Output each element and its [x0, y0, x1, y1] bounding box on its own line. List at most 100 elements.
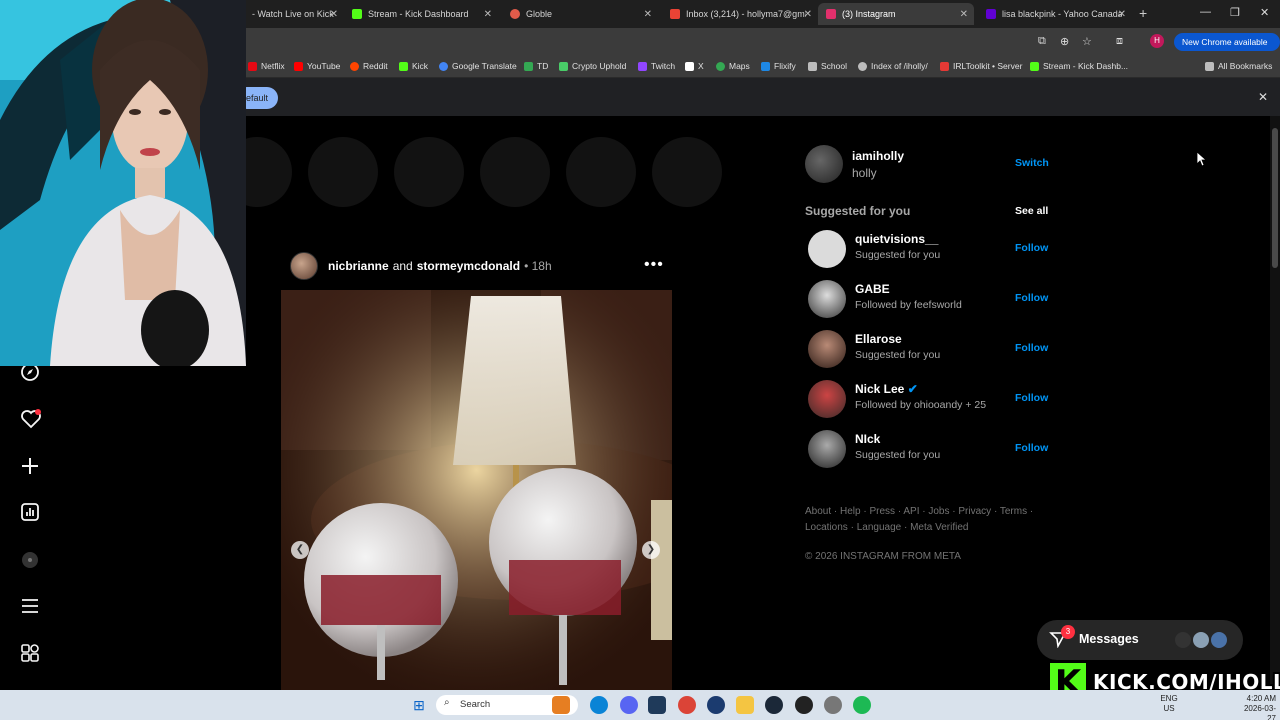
bookmark-youtube[interactable]: YouTube — [294, 61, 340, 71]
scrollbar-thumb[interactable] — [1272, 128, 1278, 268]
suggestion-avatar[interactable] — [808, 380, 846, 418]
profile-avatar-icon[interactable] — [20, 550, 40, 570]
edge-browser-icon[interactable] — [590, 696, 608, 714]
suggestion-avatar[interactable] — [808, 430, 846, 468]
bookmark-school[interactable]: School — [808, 61, 847, 71]
suggestion-username[interactable]: GABE — [855, 282, 890, 296]
new-tab-plus-icon[interactable]: + — [1139, 5, 1147, 21]
story-avatar[interactable] — [308, 137, 378, 207]
language-indicator[interactable]: ENG US — [1160, 694, 1178, 714]
bookmark-star-icon[interactable]: ☆ — [1082, 35, 1092, 48]
spotify-icon[interactable] — [853, 696, 871, 714]
suggestion-username[interactable]: NIck — [855, 432, 880, 446]
close-icon[interactable]: ✕ — [1118, 9, 1126, 20]
settings-gear-icon[interactable] — [824, 696, 842, 714]
follow-button[interactable]: Follow — [1015, 442, 1048, 454]
vpn-icon[interactable] — [707, 696, 725, 714]
tab-label: lisa blackpink - Yahoo Canada — [1002, 9, 1122, 19]
story-avatar[interactable] — [652, 137, 722, 207]
infobar-close-icon[interactable]: ✕ — [1258, 90, 1268, 104]
discord-icon[interactable] — [620, 696, 638, 714]
notifications-heart-icon[interactable] — [20, 409, 41, 429]
suggestion-avatar[interactable] — [808, 230, 846, 268]
also-from-meta-icon[interactable] — [20, 643, 40, 663]
bookmark-flixify[interactable]: Flixify — [761, 61, 796, 71]
messages-button[interactable]: 3 Messages — [1037, 620, 1243, 660]
tab-kick-dashboard[interactable]: Stream - Kick Dashboard ✕ — [344, 3, 498, 25]
current-username[interactable]: iamiholly — [852, 149, 904, 163]
profile-avatar[interactable]: H — [1150, 34, 1164, 48]
bookmark-maps[interactable]: Maps — [716, 61, 750, 71]
current-user-avatar[interactable] — [805, 145, 843, 183]
close-icon[interactable]: ✕ — [644, 9, 652, 20]
story-avatar[interactable] — [566, 137, 636, 207]
bookmark-label: School — [821, 61, 847, 71]
create-plus-icon[interactable] — [20, 456, 40, 476]
tab-yahoo[interactable]: lisa blackpink - Yahoo Canada ✕ — [978, 3, 1132, 25]
tab-instagram[interactable]: (3) Instagram ✕ — [818, 3, 974, 25]
suggestion-username[interactable]: Nick Lee ✔ — [855, 382, 918, 396]
carousel-next-button[interactable]: ❯ — [642, 541, 660, 559]
minimize-icon[interactable]: — — [1200, 6, 1211, 18]
post-author-1[interactable]: nicbrianne — [328, 259, 389, 273]
bookmark-kick[interactable]: Kick — [399, 61, 428, 71]
post-author-avatar[interactable] — [290, 252, 318, 280]
bookmark-td[interactable]: TD — [524, 61, 548, 71]
store-icon[interactable] — [648, 696, 666, 714]
bookmark-crypto-uphold[interactable]: Crypto Uphold — [559, 61, 626, 71]
bookmark-x[interactable]: X — [685, 61, 704, 71]
tab-kick-live[interactable]: - Watch Live on Kick ✕ — [244, 3, 344, 25]
obs-icon[interactable] — [795, 696, 813, 714]
bookmark-netflix[interactable]: Netflix — [248, 61, 285, 71]
suggestion-avatar[interactable] — [808, 280, 846, 318]
story-avatar[interactable] — [394, 137, 464, 207]
see-all-button[interactable]: See all — [1015, 205, 1048, 217]
suggestion-username[interactable]: Ellarose — [855, 332, 902, 346]
bookmark-index[interactable]: Index of /iholly/ — [858, 61, 928, 71]
bookmark-irltoolkit[interactable]: IRLToolkit • Server — [940, 61, 1022, 71]
follow-button[interactable]: Follow — [1015, 242, 1048, 254]
window-close-icon[interactable]: ✕ — [1260, 6, 1269, 19]
bookmark-kick-dashboard[interactable]: Stream - Kick Dashb... — [1030, 61, 1128, 71]
windows-start-icon[interactable]: ⊞ — [410, 696, 428, 714]
follow-button[interactable]: Follow — [1015, 292, 1048, 304]
steam-icon[interactable] — [765, 696, 783, 714]
mouse-cursor-icon — [1197, 152, 1207, 166]
post-author-2[interactable]: stormeymcdonald — [417, 259, 520, 273]
all-bookmarks[interactable]: All Bookmarks — [1205, 61, 1272, 71]
story-avatar[interactable] — [480, 137, 550, 207]
new-chrome-available-button[interactable]: New Chrome available ⋮ — [1174, 33, 1280, 65]
chrome-icon[interactable] — [678, 696, 696, 714]
extensions-icon[interactable]: ⧈ — [1116, 35, 1123, 48]
bookmark-twitch[interactable]: Twitch — [638, 61, 675, 71]
bookmark-reddit[interactable]: Reddit — [350, 61, 388, 71]
footer-links[interactable]: About · Help · Press · API · Jobs · Priv… — [805, 504, 1035, 536]
post-more-options-icon[interactable]: ••• — [644, 256, 664, 274]
suggestion-username[interactable]: quietvisions__ — [855, 232, 938, 246]
follow-button[interactable]: Follow — [1015, 392, 1048, 404]
more-menu-icon[interactable] — [20, 596, 40, 616]
close-icon[interactable]: ✕ — [484, 9, 492, 20]
suggestion-avatar[interactable] — [808, 330, 846, 368]
restore-icon[interactable]: ❐ — [1230, 6, 1240, 19]
zoom-icon[interactable]: ⊕ — [1060, 35, 1069, 48]
carousel-prev-button[interactable]: ❮ — [291, 541, 309, 559]
close-icon[interactable]: ✕ — [804, 9, 812, 20]
taskbar-clock[interactable]: 4:20 AM 2026-03-27 — [1236, 694, 1276, 720]
globe-icon — [858, 61, 867, 71]
close-icon[interactable]: ✕ — [960, 9, 968, 20]
suggestion-reason: Followed by feefsworld — [855, 299, 962, 311]
dashboard-chart-icon[interactable] — [20, 502, 40, 522]
taskbar-widget-icon[interactable] — [552, 696, 570, 714]
cast-icon[interactable]: ⧉ — [1038, 35, 1046, 48]
post-image[interactable]: ❮ ❯ — [281, 290, 672, 690]
folder-icon — [1205, 61, 1214, 71]
tab-gmail[interactable]: Inbox (3,214) - hollyma7@gmail ✕ — [662, 3, 818, 25]
bookmark-google-translate[interactable]: Google Translate — [439, 61, 517, 71]
tab-label: Inbox (3,214) - hollyma7@gmail — [686, 9, 806, 19]
close-icon[interactable]: ✕ — [330, 9, 338, 20]
switch-account-button[interactable]: Switch — [1015, 157, 1049, 169]
file-explorer-icon[interactable] — [736, 696, 754, 714]
tab-globle[interactable]: Globle ✕ — [502, 3, 658, 25]
follow-button[interactable]: Follow — [1015, 342, 1048, 354]
